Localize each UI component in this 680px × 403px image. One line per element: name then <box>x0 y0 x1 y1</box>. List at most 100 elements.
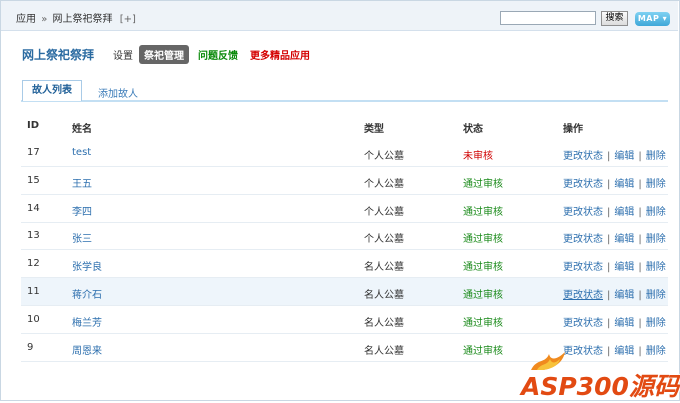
delete-link[interactable]: 删除 <box>646 207 666 218</box>
cell-type: 个人公墓 <box>364 178 404 190</box>
change-status-link[interactable]: 更改状态 <box>563 262 603 273</box>
status-badge: 通过审核 <box>463 206 503 218</box>
cell-id: 15 <box>27 174 40 186</box>
action-separator: | <box>638 151 642 162</box>
status-badge: 通过审核 <box>463 317 503 329</box>
add-shortcut-link[interactable]: [+] <box>120 14 136 25</box>
cell-name-link[interactable]: 李四 <box>72 203 92 218</box>
tab-add-deceased[interactable]: 添加故人 <box>98 85 138 100</box>
table-row: 15 王五 个人公墓 通过审核 更改状态 | 编辑 | 删除 <box>21 167 668 195</box>
cell-id: 13 <box>27 230 40 242</box>
change-status-link[interactable]: 更改状态 <box>563 151 603 162</box>
cell-name-link[interactable]: 蒋介石 <box>72 286 102 301</box>
cell-name-link[interactable]: 梅兰芳 <box>72 314 102 329</box>
cell-id: 17 <box>27 147 40 158</box>
header-type: 类型 <box>364 124 384 135</box>
action-separator: | <box>638 262 642 274</box>
change-status-link[interactable]: 更改状态 <box>563 290 603 301</box>
cell-name-link[interactable]: 张学良 <box>72 258 102 273</box>
header-status: 状态 <box>463 124 483 135</box>
row-actions: 更改状态 | 编辑 | 删除 <box>563 147 666 162</box>
row-actions: 更改状态 | 编辑 | 删除 <box>563 286 666 301</box>
row-actions: 更改状态 | 编辑 | 删除 <box>563 258 666 273</box>
status-badge: 通过审核 <box>463 290 503 301</box>
cell-type: 个人公墓 <box>364 151 404 162</box>
cell-id: 9 <box>27 341 34 353</box>
map-arrow-icon: ▾ <box>662 14 668 23</box>
cell-id: 14 <box>27 202 40 214</box>
change-status-link[interactable]: 更改状态 <box>563 234 603 245</box>
row-actions: 更改状态 | 编辑 | 删除 <box>563 203 666 218</box>
header-ops: 操作 <box>563 124 583 135</box>
action-separator: | <box>607 206 611 218</box>
cell-name-link[interactable]: test <box>72 147 91 158</box>
action-separator: | <box>607 317 611 329</box>
status-badge: 通过审核 <box>463 178 503 190</box>
table-row: 17 test 个人公墓 未审核 更改状态 | 编辑 | 删除 <box>21 139 668 167</box>
breadcrumb-root[interactable]: 应用 <box>16 14 36 25</box>
delete-link[interactable]: 删除 <box>646 234 666 245</box>
tab-deceased-list[interactable]: 故人列表 <box>22 80 82 101</box>
edit-link[interactable]: 编辑 <box>614 262 634 273</box>
cell-type: 名人公墓 <box>364 345 404 357</box>
action-separator: | <box>638 317 642 329</box>
cell-id: 11 <box>27 286 40 297</box>
breadcrumb-separator: » <box>41 14 48 25</box>
cell-type: 个人公墓 <box>364 234 404 246</box>
action-separator: | <box>638 178 642 190</box>
status-badge: 通过审核 <box>463 345 503 357</box>
status-badge: 通过审核 <box>463 234 503 246</box>
row-actions: 更改状态 | 编辑 | 删除 <box>563 230 666 245</box>
breadcrumb: 应用 » 网上祭祀祭拜 [+] <box>16 10 136 25</box>
row-actions: 更改状态 | 编辑 | 删除 <box>563 314 666 329</box>
table-row: 10 梅兰芳 名人公墓 通过审核 更改状态 | 编辑 | 删除 <box>21 306 668 334</box>
map-label: MAP <box>637 14 660 23</box>
delete-link[interactable]: 删除 <box>646 290 666 301</box>
search-input[interactable] <box>500 11 596 25</box>
edit-link[interactable]: 编辑 <box>614 290 634 301</box>
nav-feedback[interactable]: 问题反馈 <box>198 47 238 62</box>
delete-link[interactable]: 删除 <box>646 151 666 162</box>
action-separator: | <box>607 290 611 301</box>
watermark-logo: ASP300源码 <box>511 350 679 401</box>
cell-name-link[interactable]: 周恩来 <box>72 342 102 357</box>
edit-link[interactable]: 编辑 <box>614 207 634 218</box>
watermark-text: ASP300源码 <box>521 372 679 401</box>
status-badge: 通过审核 <box>463 262 503 274</box>
status-badge: 未审核 <box>463 151 493 162</box>
delete-link[interactable]: 删除 <box>646 179 666 190</box>
row-actions: 更改状态 | 编辑 | 删除 <box>563 175 666 190</box>
header-name: 姓名 <box>72 124 92 135</box>
table-row: 14 李四 个人公墓 通过审核 更改状态 | 编辑 | 删除 <box>21 195 668 223</box>
edit-link[interactable]: 编辑 <box>614 318 634 329</box>
nav-manage[interactable]: 祭祀管理 <box>139 45 189 64</box>
tab-divider <box>21 100 668 102</box>
table-row: 13 张三 个人公墓 通过审核 更改状态 | 编辑 | 删除 <box>21 222 668 251</box>
app-title[interactable]: 网上祭祀祭拜 <box>22 46 94 63</box>
nav-more-apps[interactable]: 更多精品应用 <box>250 47 310 62</box>
cell-name-link[interactable]: 张三 <box>72 230 92 245</box>
table-row: 12 张学良 名人公墓 通过审核 更改状态 | 编辑 | 删除 <box>21 250 668 279</box>
delete-link[interactable]: 删除 <box>646 262 666 273</box>
change-status-link[interactable]: 更改状态 <box>563 318 603 329</box>
change-status-link[interactable]: 更改状态 <box>563 207 603 218</box>
edit-link[interactable]: 编辑 <box>614 151 634 162</box>
action-separator: | <box>638 290 642 301</box>
map-button[interactable]: MAP ▾ <box>635 12 670 26</box>
change-status-link[interactable]: 更改状态 <box>563 179 603 190</box>
action-separator: | <box>607 262 611 274</box>
cell-type: 名人公墓 <box>364 290 404 301</box>
action-separator: | <box>638 234 642 246</box>
nav-settings[interactable]: 设置 <box>113 47 133 62</box>
breadcrumb-current[interactable]: 网上祭祀祭拜 <box>53 14 113 25</box>
table-row: 11 蒋介石 名人公墓 通过审核 更改状态 | 编辑 | 删除 <box>21 278 668 306</box>
cell-name-link[interactable]: 王五 <box>72 175 92 190</box>
action-separator: | <box>607 234 611 246</box>
edit-link[interactable]: 编辑 <box>614 179 634 190</box>
header-id: ID <box>27 120 40 131</box>
search-button[interactable]: 搜索 <box>601 11 628 26</box>
cell-id: 10 <box>27 313 40 325</box>
edit-link[interactable]: 编辑 <box>614 234 634 245</box>
cell-type: 名人公墓 <box>364 262 404 274</box>
delete-link[interactable]: 删除 <box>646 318 666 329</box>
